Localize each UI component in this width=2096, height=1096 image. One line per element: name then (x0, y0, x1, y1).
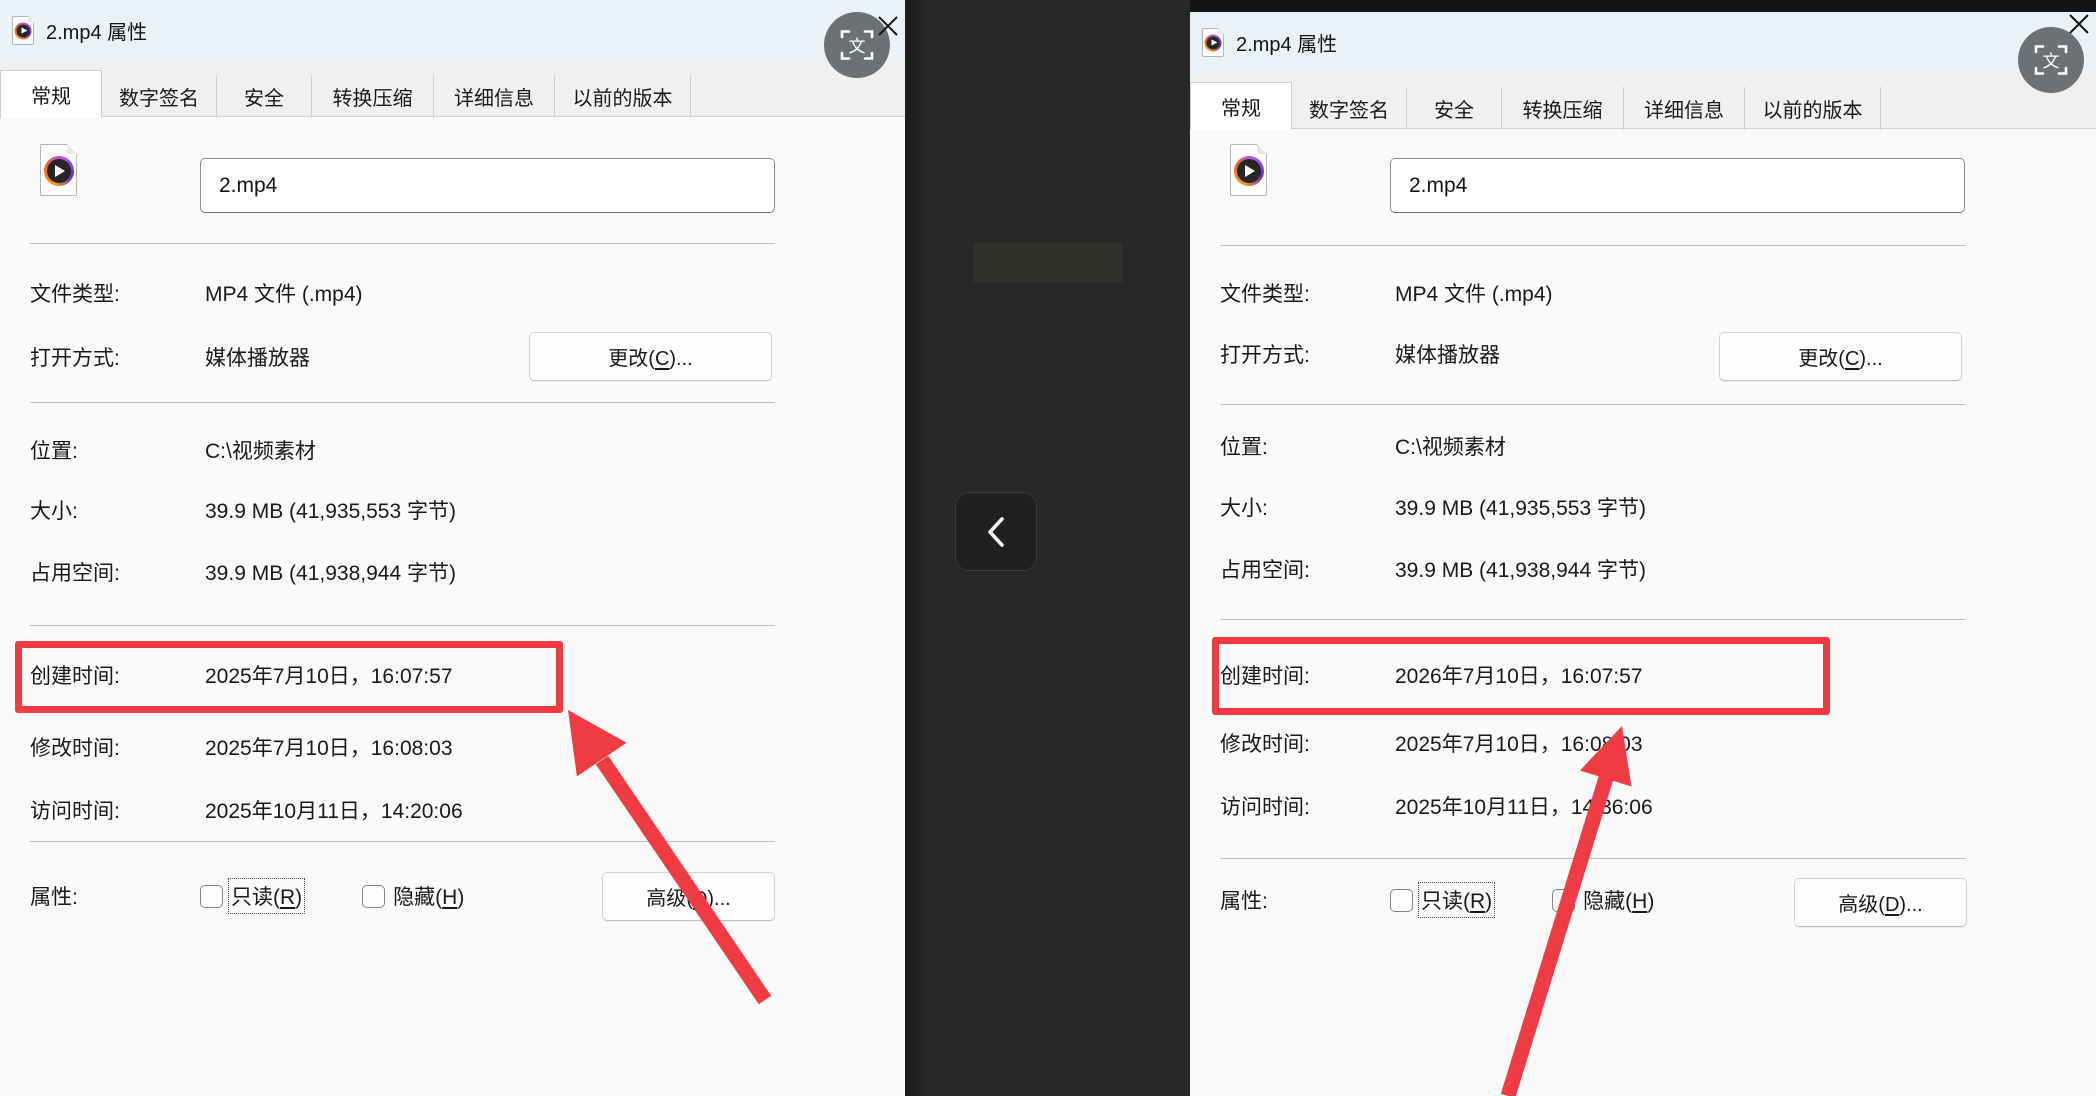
attributes-label: 属性: (30, 881, 200, 911)
size-on-disk-label: 占用空间: (30, 557, 205, 587)
location-label: 位置: (30, 435, 205, 465)
accessed-value: 2025年10月11日，14:36:06 (1395, 791, 1965, 821)
top-black-band (1190, 0, 2096, 12)
file-type-label: 文件类型: (1220, 278, 1395, 308)
hidden-checkbox[interactable] (1552, 889, 1575, 912)
size-on-disk-value: 39.9 MB (41,938,944 字节) (205, 557, 775, 587)
file-type-label: 文件类型: (30, 278, 205, 308)
modified-value: 2025年7月10日，16:08:03 (1395, 728, 1965, 758)
size-on-disk-value: 39.9 MB (41,938,944 字节) (1395, 554, 1965, 584)
accessed-label: 访问时间: (30, 795, 205, 825)
modified-value: 2025年7月10日，16:08:03 (205, 732, 775, 762)
readonly-checkbox[interactable] (200, 885, 223, 908)
tab-convert-compress[interactable]: 转换压缩 (1502, 87, 1624, 130)
hidden-checkbox-label[interactable]: 隐藏(H) (1583, 885, 1654, 915)
separator (1220, 245, 1965, 246)
modified-label: 修改时间: (1220, 728, 1395, 758)
window-title: 2.mp4 属性 (46, 16, 147, 45)
size-label: 大小: (1220, 492, 1395, 522)
tab-digital-signatures[interactable]: 数字签名 (102, 75, 217, 118)
separator (1220, 858, 1965, 859)
mp4-file-icon (12, 16, 34, 45)
mp4-file-icon-large (40, 144, 77, 196)
size-on-disk-label: 占用空间: (1220, 554, 1395, 584)
location-value: C:\视频素材 (1395, 431, 1965, 461)
svg-text:文: 文 (849, 37, 866, 56)
titlebar: 2.mp4 属性 (0, 0, 905, 60)
change-button[interactable]: 更改(C)... (529, 332, 772, 381)
svg-text:文: 文 (2043, 52, 2060, 71)
chevron-left-icon (981, 513, 1011, 551)
size-value: 39.9 MB (41,935,553 字节) (1395, 492, 1965, 522)
mp4-file-icon (1202, 28, 1224, 57)
tab-security[interactable]: 安全 (217, 75, 312, 118)
readonly-checkbox-label[interactable]: 只读(R) (231, 881, 302, 911)
screenshot-translate-icon[interactable]: 文 (2018, 27, 2084, 93)
tab-general[interactable]: 常规 (1190, 82, 1292, 130)
open-with-label: 打开方式: (30, 342, 205, 372)
open-with-label: 打开方式: (1220, 339, 1395, 369)
modified-label: 修改时间: (30, 732, 205, 762)
advanced-button[interactable]: 高级(D)... (1794, 878, 1967, 927)
mp4-file-icon-large (1230, 144, 1267, 196)
readonly-checkbox[interactable] (1390, 889, 1413, 912)
separator (30, 625, 775, 626)
change-button[interactable]: 更改(C)... (1719, 332, 1962, 381)
window-title: 2.mp4 属性 (1236, 28, 1337, 57)
tab-details[interactable]: 详细信息 (434, 75, 555, 118)
properties-dialog-right: 2.mp4 属性 常规 数字签名 安全 转换压缩 详细信息 以前的版本 文件类型… (1190, 0, 2096, 1096)
tab-previous-versions[interactable]: 以前的版本 (555, 75, 691, 118)
tab-previous-versions[interactable]: 以前的版本 (1745, 87, 1881, 130)
file-type-value: MP4 文件 (.mp4) (205, 278, 775, 308)
separator (30, 402, 775, 403)
faint-tooltip-box (973, 243, 1123, 283)
close-icon[interactable] (2067, 12, 2091, 36)
created-value: 2025年7月10日，16:07:57 (205, 660, 775, 690)
hidden-checkbox[interactable] (362, 885, 385, 908)
separator (30, 841, 775, 842)
tab-security[interactable]: 安全 (1407, 87, 1502, 130)
tab-convert-compress[interactable]: 转换压缩 (312, 75, 434, 118)
file-type-value: MP4 文件 (.mp4) (1395, 278, 1965, 308)
separator (1220, 619, 1965, 620)
close-icon[interactable] (876, 14, 900, 38)
location-label: 位置: (1220, 431, 1395, 461)
tab-digital-signatures[interactable]: 数字签名 (1292, 87, 1407, 130)
created-label: 创建时间: (1220, 660, 1395, 690)
readonly-checkbox-label[interactable]: 只读(R) (1421, 885, 1492, 915)
titlebar: 2.mp4 属性 (1190, 12, 2096, 72)
size-value: 39.9 MB (41,935,553 字节) (205, 495, 775, 525)
size-label: 大小: (30, 495, 205, 525)
tab-general[interactable]: 常规 (0, 70, 102, 118)
accessed-label: 访问时间: (1220, 791, 1395, 821)
filename-input[interactable] (1390, 158, 1965, 213)
accessed-value: 2025年10月11日，14:20:06 (205, 795, 775, 825)
separator (30, 243, 775, 244)
attributes-label: 属性: (1220, 885, 1390, 915)
created-value: 2026年7月10日，16:07:57 (1395, 660, 1965, 690)
tab-details[interactable]: 详细信息 (1624, 87, 1745, 130)
properties-dialog-left: 2.mp4 属性 常规 数字签名 安全 转换压缩 详细信息 以前的版本 文件类型… (0, 0, 905, 1096)
separator (1220, 404, 1965, 405)
advanced-button[interactable]: 高级(D)... (602, 872, 775, 921)
collapse-panel-button[interactable] (955, 492, 1037, 571)
created-label: 创建时间: (30, 660, 205, 690)
location-value: C:\视频素材 (205, 435, 775, 465)
filename-input[interactable] (200, 158, 775, 213)
dark-divider-panel (905, 0, 1190, 1096)
hidden-checkbox-label[interactable]: 隐藏(H) (393, 881, 464, 911)
